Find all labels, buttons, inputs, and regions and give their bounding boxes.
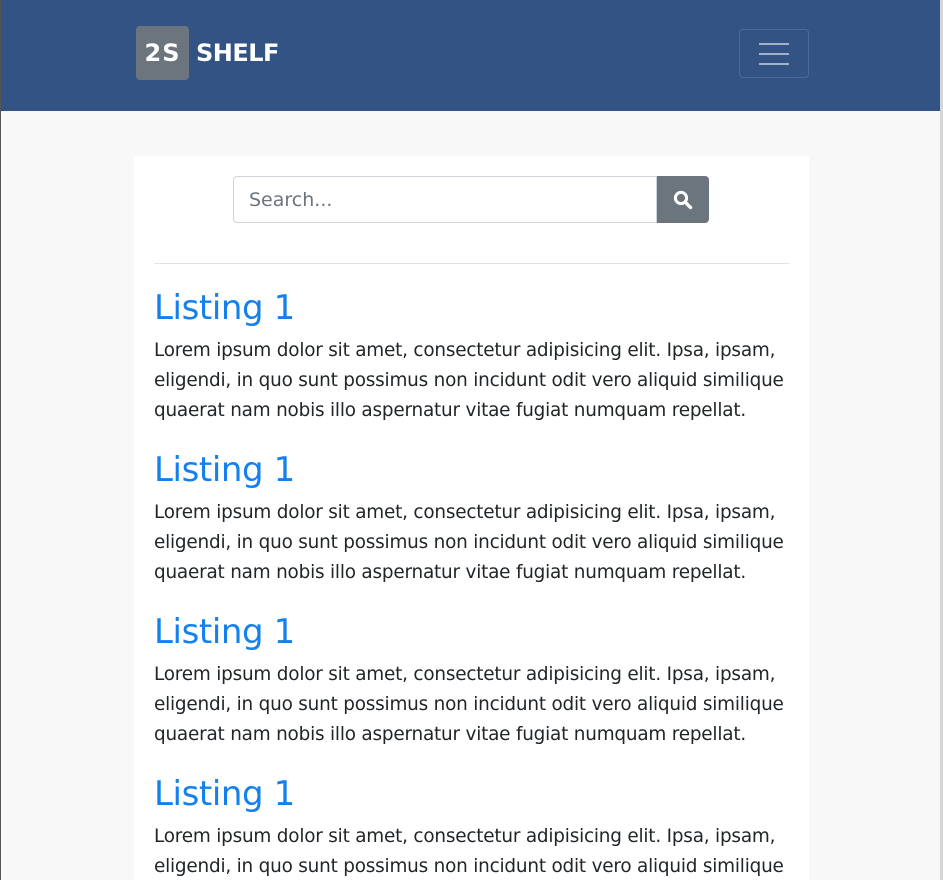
divider bbox=[154, 263, 789, 264]
search-button[interactable] bbox=[657, 176, 709, 223]
listing-description: Lorem ipsum dolor sit amet, consectetur … bbox=[154, 826, 784, 877]
listing-item: Listing 1 Lorem ipsum dolor sit amet, co… bbox=[154, 450, 794, 588]
hamburger-icon-bar bbox=[759, 52, 789, 55]
search-icon bbox=[673, 190, 693, 209]
listing-item: Listing 1 Lorem ipsum dolor sit amet, co… bbox=[154, 288, 794, 426]
listing-title-link[interactable]: Listing 1 bbox=[154, 774, 794, 814]
brand-name: SHELF bbox=[196, 39, 279, 67]
search-input[interactable] bbox=[233, 176, 657, 223]
brand-link[interactable]: 2S SHELF bbox=[136, 26, 279, 80]
listing-title-link[interactable]: Listing 1 bbox=[154, 612, 794, 652]
listing-title-link[interactable]: Listing 1 bbox=[154, 288, 794, 328]
listing-description: Lorem ipsum dolor sit amet, consectetur … bbox=[154, 340, 784, 421]
navbar-toggler-button[interactable] bbox=[739, 29, 809, 78]
listing-title-link[interactable]: Listing 1 bbox=[154, 450, 794, 490]
listing-description: Lorem ipsum dolor sit amet, consectetur … bbox=[154, 664, 784, 745]
navbar: 2S SHELF bbox=[1, 0, 941, 111]
listings-card: Listing 1 Lorem ipsum dolor sit amet, co… bbox=[134, 156, 809, 880]
listing-item: Listing 1 Lorem ipsum dolor sit amet, co… bbox=[154, 612, 794, 750]
listing-description: Lorem ipsum dolor sit amet, consectetur … bbox=[154, 502, 784, 583]
hamburger-icon bbox=[759, 42, 789, 45]
search-form bbox=[233, 176, 709, 223]
hamburger-icon-bar bbox=[759, 62, 789, 65]
logo: 2S bbox=[136, 26, 189, 80]
listing-item: Listing 1 Lorem ipsum dolor sit amet, co… bbox=[154, 774, 794, 880]
